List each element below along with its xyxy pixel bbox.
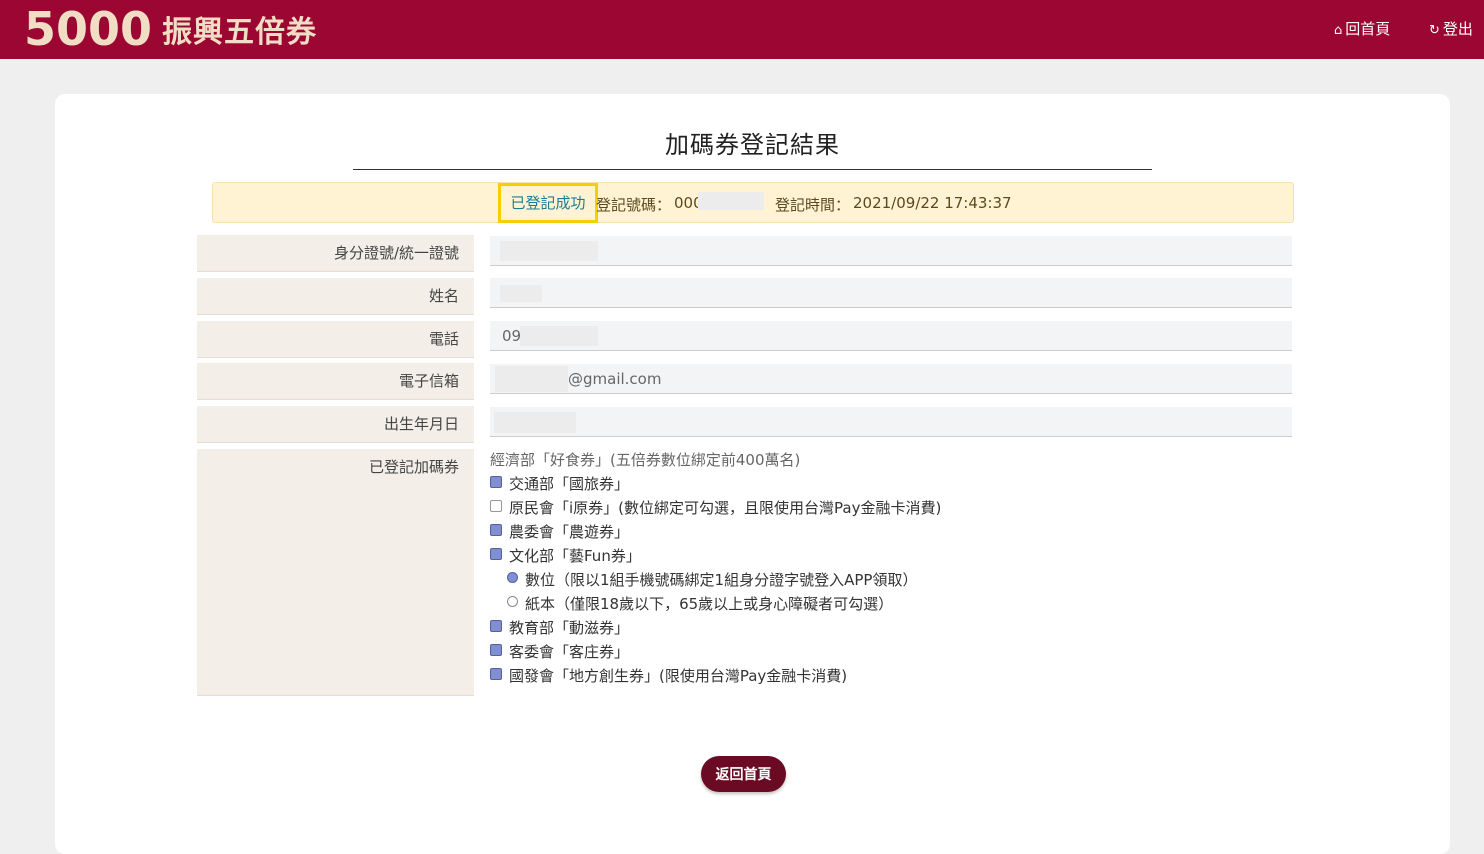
coupon-item: 農委會「農遊券」 — [490, 522, 629, 546]
logo-text: 振興五倍券 — [162, 15, 317, 50]
checkbox-checked[interactable] — [490, 668, 502, 680]
redacted-id — [500, 241, 598, 261]
coupon-item: 教育部「動滋券」 — [490, 618, 629, 642]
redacted-reg-no — [698, 192, 764, 210]
home-label: 回首頁 — [1345, 20, 1391, 38]
back-to-home-button[interactable]: 返回首頁 — [701, 756, 786, 792]
svg-text:5000: 5000 — [24, 3, 152, 55]
status-badge: 已登記成功 — [498, 183, 598, 223]
reg-time-label: 登記時間： — [775, 196, 851, 214]
birth-field — [490, 407, 1292, 437]
checkbox-checked[interactable] — [490, 524, 502, 536]
name-field — [490, 278, 1292, 308]
logout-label: 登出 — [1442, 20, 1473, 38]
reg-time-value: 2021/09/22 17:43:37 — [853, 194, 1012, 212]
checkbox-checked[interactable] — [490, 644, 502, 656]
radio-unselected[interactable] — [507, 596, 518, 607]
sub-option: 數位（限以1組手機號碼綁定1組身分證字號登入APP領取） — [507, 570, 917, 594]
redacted-name — [500, 285, 542, 302]
coupon-intro: 經濟部「好食券」(五倍券數位綁定前400萬名) — [490, 451, 801, 469]
email-field: @gmail.com — [490, 364, 1292, 394]
redacted-birth — [494, 412, 576, 433]
id-label: 身分證號/統一證號 — [197, 235, 474, 272]
coupon-item: 文化部「藝Fun券」 — [490, 546, 641, 570]
checkbox-checked[interactable] — [490, 476, 502, 488]
redacted-phone — [520, 326, 598, 346]
coupon-item: 交通部「國旅券」 — [490, 474, 629, 498]
home-link[interactable]: ⌂ 回首頁 — [1334, 18, 1390, 39]
reg-no-label: 登記號碼： — [596, 196, 672, 214]
home-icon: ⌂ — [1334, 23, 1343, 38]
id-field — [490, 236, 1292, 266]
checkbox-checked[interactable] — [490, 548, 502, 560]
coupons-label: 已登記加碼券 — [197, 449, 474, 696]
page-title: 加碼券登記結果 — [353, 129, 1152, 170]
sub-option: 紙本（僅限18歲以下，65歲以上或身心障礙者可勾選） — [507, 594, 893, 618]
radio-selected[interactable] — [507, 572, 518, 583]
coupon-item: 原民會「i原券」(數位綁定可勾選，且限使用台灣Pay金融卡消費) — [490, 498, 941, 522]
redacted-email — [495, 366, 568, 392]
top-navbar: 5000 振興五倍券 ⌂ 回首頁 ↻ 登出 — [0, 0, 1484, 59]
name-label: 姓名 — [197, 278, 474, 315]
logout-link[interactable]: ↻ 登出 — [1429, 18, 1473, 39]
site-logo[interactable]: 5000 振興五倍券 — [24, 3, 324, 55]
coupon-item: 客委會「客庄券」 — [490, 642, 629, 666]
coupon-item: 國發會「地方創生券」(限使用台灣Pay金融卡消費) — [490, 666, 847, 690]
checkbox-checked[interactable] — [490, 620, 502, 632]
email-label: 電子信箱 — [197, 363, 474, 400]
logo-5000-mark: 5000 — [24, 3, 152, 55]
checkbox-unchecked[interactable] — [490, 500, 502, 512]
logout-icon: ↻ — [1429, 23, 1440, 38]
phone-field: 09 — [490, 321, 1292, 351]
birth-label: 出生年月日 — [197, 406, 474, 443]
phone-label: 電話 — [197, 321, 474, 358]
